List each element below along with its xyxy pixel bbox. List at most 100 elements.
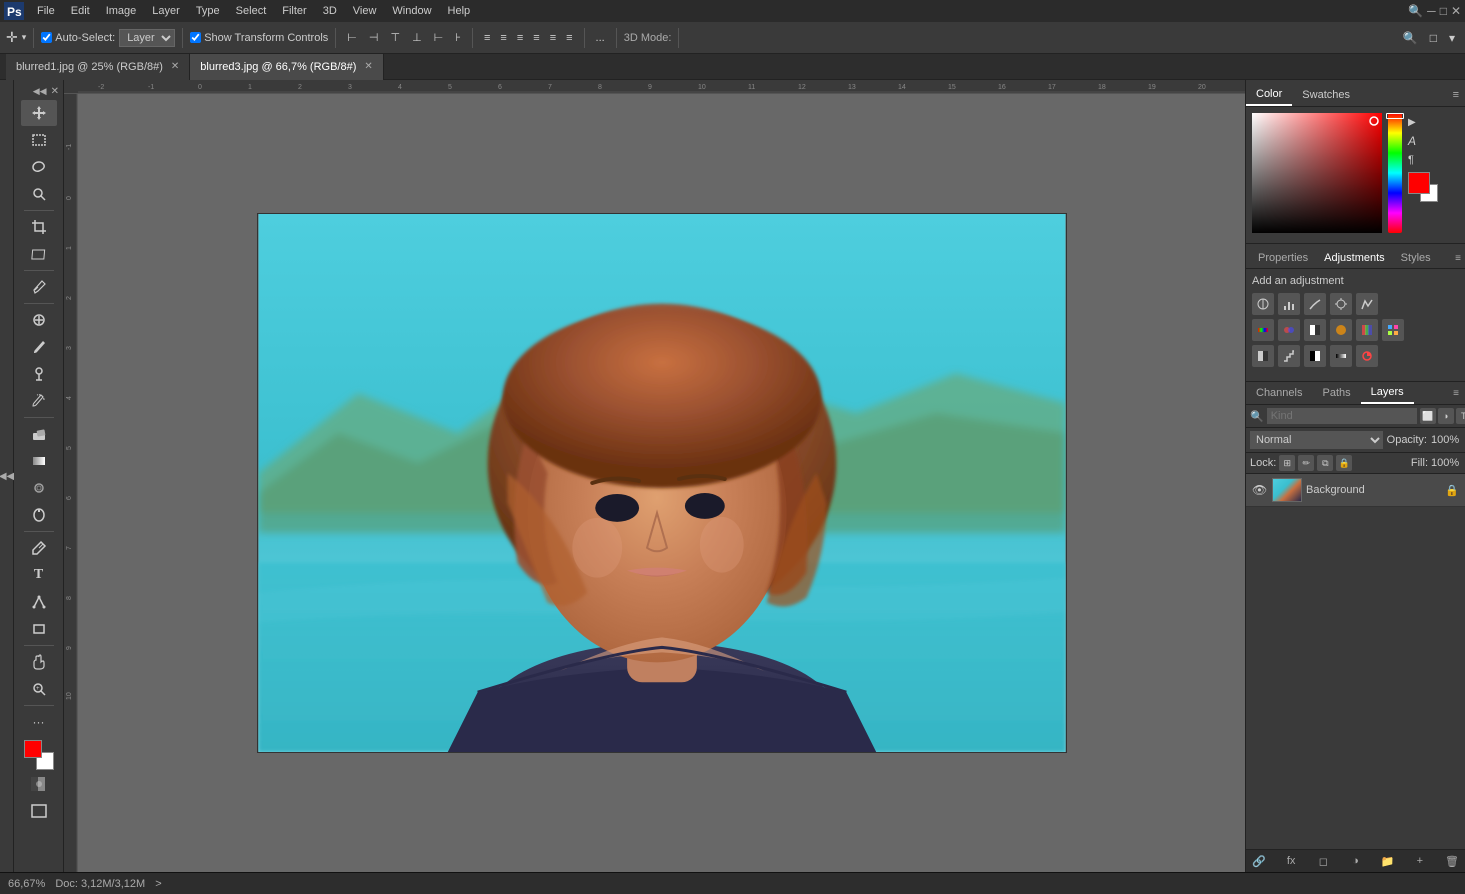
quick-mask-btn[interactable] (21, 771, 57, 797)
tab-channels[interactable]: Channels (1246, 383, 1312, 403)
filter-type-btn[interactable]: T (1456, 408, 1465, 424)
fx-btn[interactable]: fx (1282, 853, 1300, 869)
posterize-btn[interactable] (1278, 345, 1300, 367)
type-tool[interactable]: T (21, 562, 57, 588)
menu-file[interactable]: File (30, 3, 62, 19)
photo-filter-btn[interactable] (1330, 319, 1352, 341)
layers-search-input[interactable] (1267, 408, 1417, 424)
invert-btn[interactable] (1252, 345, 1274, 367)
filter-adj-btn[interactable]: ◑ (1438, 408, 1454, 424)
tab-properties[interactable]: Properties (1250, 248, 1316, 268)
layer-select[interactable]: Layer (119, 29, 175, 47)
clone-stamp-tool[interactable] (21, 361, 57, 387)
menu-layer[interactable]: Layer (145, 3, 187, 19)
fg-color-swatch[interactable] (24, 740, 42, 758)
lasso-tool[interactable] (21, 154, 57, 180)
delete-layer-btn[interactable]: 🗑 (1443, 853, 1461, 869)
brush-tool[interactable] (21, 334, 57, 360)
shape-tool[interactable] (21, 616, 57, 642)
black-white-btn[interactable] (1304, 319, 1326, 341)
eyedropper-tool[interactable] (21, 274, 57, 300)
add-mask-btn[interactable]: ◻ (1314, 853, 1332, 869)
perspective-crop-tool[interactable] (21, 241, 57, 267)
fill-value[interactable]: 100% (1431, 457, 1461, 469)
tab-color[interactable]: Color (1246, 84, 1292, 106)
dodge-tool[interactable] (21, 502, 57, 528)
scroll-right-btn[interactable]: > (155, 878, 161, 890)
rect-select-tool[interactable] (21, 127, 57, 153)
color-balance-btn[interactable] (1278, 319, 1300, 341)
dist-right-btn[interactable]: ≡ (513, 30, 527, 46)
tools-panel-close[interactable]: ✕ (51, 86, 59, 97)
selective-color-btn[interactable] (1356, 345, 1378, 367)
dist-mid-btn[interactable]: ≡ (546, 30, 560, 46)
dist-top-btn[interactable]: ≡ (529, 30, 543, 46)
move-tool[interactable] (21, 100, 57, 126)
vibrance-btn[interactable] (1356, 293, 1378, 315)
menu-image[interactable]: Image (99, 3, 144, 19)
menu-window[interactable]: Window (385, 3, 438, 19)
search-icon[interactable]: 🔍 (1408, 4, 1423, 18)
path-select-tool[interactable] (21, 589, 57, 615)
dist-bottom-btn[interactable]: ≡ (562, 30, 576, 46)
new-group-btn[interactable]: 📁 (1379, 853, 1397, 869)
align-bottom-btn[interactable]: ⊦ (451, 29, 465, 46)
tab-swatches[interactable]: Swatches (1292, 85, 1360, 105)
panel-expand-btn[interactable]: ◀◀ (0, 471, 14, 482)
brightness-contrast-btn[interactable] (1252, 293, 1274, 315)
layers-panel-menu[interactable]: ≡ (1447, 386, 1465, 401)
menu-help[interactable]: Help (441, 3, 478, 19)
canvas-image[interactable] (257, 213, 1067, 753)
screen-mode-btn[interactable] (21, 798, 57, 824)
color-spectrum[interactable] (1252, 113, 1382, 233)
channel-mixer-btn[interactable] (1356, 319, 1378, 341)
tab-blurred1-close[interactable]: ✕ (171, 61, 179, 72)
align-right-btn[interactable]: ⊤ (386, 29, 404, 46)
arrange-btn[interactable]: ▾ (1445, 29, 1459, 47)
auto-select-checkbox[interactable] (41, 32, 52, 43)
tab-styles[interactable]: Styles (1393, 248, 1439, 268)
gradient-tool[interactable] (21, 448, 57, 474)
lock-art-btn[interactable]: ⧉ (1317, 455, 1333, 471)
menu-select[interactable]: Select (229, 3, 274, 19)
new-adjustment-btn[interactable]: ◑ (1346, 853, 1364, 869)
tab-paths[interactable]: Paths (1312, 383, 1360, 403)
new-layer-btn[interactable]: + (1411, 853, 1429, 869)
healing-brush-tool[interactable] (21, 307, 57, 333)
history-brush-tool[interactable] (21, 388, 57, 414)
lock-pixels-btn[interactable]: ⊞ (1279, 455, 1295, 471)
pen-tool[interactable] (21, 535, 57, 561)
dist-center-btn[interactable]: ≡ (496, 30, 510, 46)
align-middle-v-btn[interactable]: ⊢ (430, 29, 448, 46)
eraser-tool[interactable] (21, 421, 57, 447)
fg-swatch[interactable] (1408, 172, 1430, 194)
window-close[interactable]: ✕ (1451, 4, 1461, 18)
auto-select-toggle[interactable]: Auto-Select: (41, 32, 115, 44)
menu-view[interactable]: View (346, 3, 384, 19)
dist-left-btn[interactable]: ≡ (480, 30, 494, 46)
blend-mode-select[interactable]: Normal (1250, 431, 1383, 449)
align-top-btn[interactable]: ⊥ (408, 29, 426, 46)
transform-checkbox[interactable] (190, 32, 201, 43)
layer-background-row[interactable]: 👁 Background 🔒 (1246, 474, 1465, 507)
more-tools-btn[interactable]: ··· (21, 709, 57, 735)
hue-sat-btn[interactable] (1252, 319, 1274, 341)
zoom-tool[interactable]: + (21, 676, 57, 702)
color-type-btn[interactable]: A (1408, 134, 1438, 148)
color-play-btn[interactable]: ▶ (1408, 117, 1438, 128)
layer-visibility-eye[interactable]: 👁 (1252, 483, 1268, 497)
tab-blurred3-close[interactable]: ✕ (364, 61, 372, 72)
tab-blurred1[interactable]: blurred1.jpg @ 25% (RGB/8#) ✕ (6, 54, 190, 80)
tools-panel-expand[interactable]: ◀◀ (33, 86, 47, 97)
blur-tool[interactable] (21, 475, 57, 501)
lock-all-btn[interactable]: 🔒 (1336, 455, 1352, 471)
menu-type[interactable]: Type (189, 3, 227, 19)
toolbar-move-arrow[interactable]: ▾ (22, 32, 27, 43)
hue-bar[interactable] (1388, 113, 1402, 233)
tab-adjustments[interactable]: Adjustments (1316, 248, 1393, 268)
show-transform-toggle[interactable]: Show Transform Controls (190, 32, 328, 44)
hand-tool[interactable] (21, 649, 57, 675)
levels-btn[interactable] (1278, 293, 1300, 315)
lock-position-btn[interactable]: ✏ (1298, 455, 1314, 471)
adj-panel-menu[interactable]: ≡ (1455, 253, 1461, 264)
